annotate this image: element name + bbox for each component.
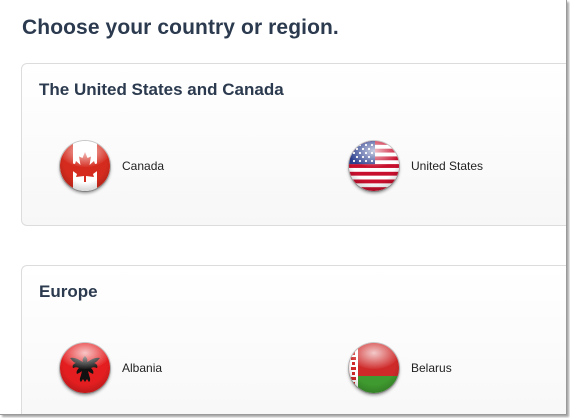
country-label: United States bbox=[411, 159, 484, 173]
canada-flag-icon bbox=[60, 141, 110, 191]
country-chooser-window: Choose your country or region. The Unite… bbox=[0, 0, 567, 415]
country-option-united-states[interactable]: United States bbox=[349, 141, 483, 191]
country-label: Belarus bbox=[411, 361, 452, 375]
country-label: Albania bbox=[122, 361, 163, 375]
country-option-canada[interactable]: Canada bbox=[60, 141, 164, 191]
region-panel-north-america: The United States and Canada Canada Unit… bbox=[21, 63, 566, 226]
page-title: Choose your country or region. bbox=[22, 16, 339, 39]
united-states-flag-icon bbox=[349, 141, 399, 191]
region-panel-europe: Europe Albania Belarus bbox=[21, 265, 566, 414]
country-option-albania[interactable]: Albania bbox=[60, 343, 162, 393]
belarus-flag-icon bbox=[349, 343, 399, 393]
albania-flag-icon bbox=[60, 343, 110, 393]
region-title: The United States and Canada bbox=[39, 80, 284, 99]
region-title: Europe bbox=[39, 282, 98, 301]
country-label: Canada bbox=[122, 159, 165, 173]
country-option-belarus[interactable]: Belarus bbox=[349, 343, 452, 393]
